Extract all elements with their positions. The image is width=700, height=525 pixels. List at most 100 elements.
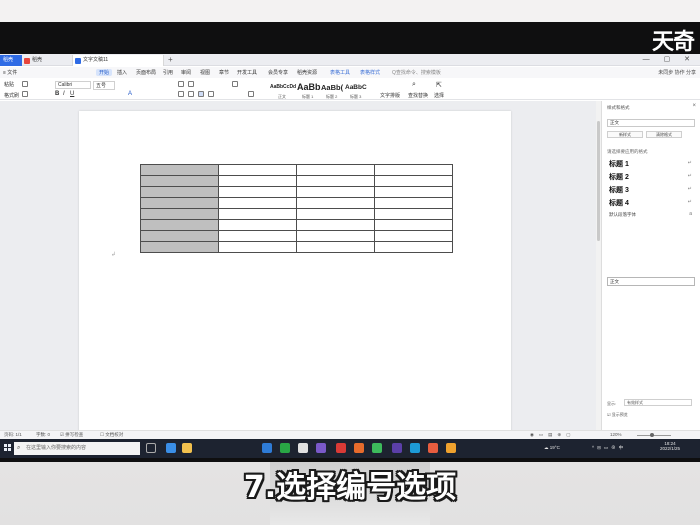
command-search[interactable]: Q查找命令、搜索模板 [392,69,441,76]
table-cell[interactable] [140,175,219,187]
zoom-level[interactable]: 120% [610,432,622,437]
edge-browser-icon[interactable] [262,443,272,453]
view-mode-icons[interactable]: ◉▭▤⊕▢ [530,432,575,438]
table-cell[interactable] [374,164,453,176]
bullet-list-icon[interactable] [178,81,184,87]
table-cell[interactable] [296,241,375,253]
table-cell[interactable] [374,208,453,220]
style-heading2-sample[interactable]: AaBb( [321,83,343,92]
table-cell[interactable] [140,186,219,198]
style-item-default-font[interactable]: 默认段落字体 [609,212,636,218]
borders-icon[interactable] [248,91,254,97]
table-cell[interactable] [218,208,297,220]
table-cell[interactable] [218,186,297,198]
table-cell[interactable] [218,175,297,187]
app-icon[interactable] [298,443,308,453]
app-icon-2[interactable] [410,443,420,453]
doc-proofread[interactable]: ☐ 文档校对 [100,432,123,438]
style-heading1-sample[interactable]: AaBb [297,82,321,92]
menu-chapter[interactable]: 章节 [219,69,229,76]
table-cell[interactable] [296,175,375,187]
format-painter-button[interactable]: 格式刷 [4,92,19,99]
current-style-field[interactable]: 正文 [607,119,695,127]
table-cell[interactable] [140,219,219,231]
zoom-slider-knob[interactable] [650,433,654,437]
ps-app-icon[interactable] [392,443,402,453]
menu-right-actions[interactable]: 未同步 协作 分享 [658,69,696,76]
edge-icon[interactable] [166,443,176,453]
font-size-select[interactable]: 五号 [93,81,115,90]
table-cell[interactable] [218,241,297,253]
chat-app-icon[interactable] [280,443,290,453]
menu-member[interactable]: 会员专享 [268,69,288,76]
table-cell[interactable] [140,197,219,209]
tab-docer[interactable]: 稻壳 [22,55,70,66]
wechat-icon[interactable] [372,443,382,453]
style-item-normal[interactable]: 正文 [607,277,695,286]
app-icon-4[interactable] [446,443,456,453]
table-cell[interactable] [218,219,297,231]
wps-icon[interactable] [336,443,346,453]
font-color-button[interactable]: A [128,91,132,97]
close-icon[interactable]: × [692,103,696,109]
new-tab-button[interactable]: + [168,55,173,65]
menu-developer[interactable]: 开发工具 [237,69,257,76]
cut-icon[interactable] [22,81,28,87]
table-cell[interactable] [140,164,219,176]
new-style-button[interactable]: 新样式 [607,131,643,138]
sort-icon[interactable] [232,81,238,87]
table-cell[interactable] [374,186,453,198]
menu-start[interactable]: 开始 [96,69,113,76]
table-cell[interactable] [218,197,297,209]
line-spacing-icon[interactable] [208,91,214,97]
numbered-list-icon[interactable] [188,81,194,87]
table-cell[interactable] [296,197,375,209]
table-cell[interactable] [218,164,297,176]
table-cell[interactable] [374,175,453,187]
menu-insert[interactable]: 插入 [117,69,127,76]
style-normal-sample[interactable]: AaBbCcDd [270,84,296,90]
menu-review[interactable]: 审阅 [181,69,191,76]
window-controls[interactable]: — ▢ ✕ [643,55,696,63]
select-button[interactable]: 选择 [434,92,444,99]
menu-page-layout[interactable]: 页面布局 [136,69,156,76]
find-replace-button[interactable]: 查找替换 [408,92,428,99]
file-explorer-icon[interactable] [182,443,192,453]
bold-button[interactable]: B [55,91,59,97]
app-icon-3[interactable] [428,443,438,453]
table-cell[interactable] [140,230,219,242]
show-select[interactable]: 有效样式 [624,399,692,406]
cursor-icon[interactable]: ⇱ [436,81,442,89]
table-cell[interactable] [140,208,219,220]
menu-file[interactable]: ≡ 文件 [3,69,17,76]
table-cell[interactable] [218,230,297,242]
word-count[interactable]: 字数: 0 [36,432,50,438]
windows-start-icon[interactable] [4,444,12,452]
menu-references[interactable]: 引用 [163,69,173,76]
style-item-heading1[interactable]: 标题 1 [609,159,629,169]
scrollbar-thumb[interactable] [597,121,600,241]
clock[interactable]: 18:24 2022/1/25 [650,441,690,451]
italic-button[interactable]: I [63,91,65,97]
tab-document[interactable]: 文字文稿11 [72,55,164,66]
table-cell[interactable] [140,241,219,253]
style-item-heading3[interactable]: 标题 3 [609,185,629,195]
style-heading3-sample[interactable]: AaBbC [345,84,367,91]
table-cell[interactable] [296,230,375,242]
table-cell[interactable] [296,164,375,176]
task-view-icon[interactable] [146,443,156,453]
zoom-slider[interactable] [637,435,671,436]
table-cell[interactable] [374,241,453,253]
office-app-icon[interactable] [354,443,364,453]
text-layout-button[interactable]: 文字排版 [380,92,400,99]
copy-icon[interactable] [22,91,28,97]
font-name-select[interactable]: Calibri [55,81,91,89]
document-page[interactable]: ↲ [79,111,511,442]
taskbar-search[interactable]: ⌕ 在这里输入你要搜索的内容 [14,442,140,455]
menu-view[interactable]: 视图 [200,69,210,76]
style-item-heading2[interactable]: 标题 2 [609,172,629,182]
table-cell[interactable] [296,208,375,220]
underline-button[interactable]: U [70,91,74,97]
weather-indicator[interactable]: ☁ 19°C [544,445,560,451]
menu-docer-resources[interactable]: 稻壳资源 [297,69,317,76]
